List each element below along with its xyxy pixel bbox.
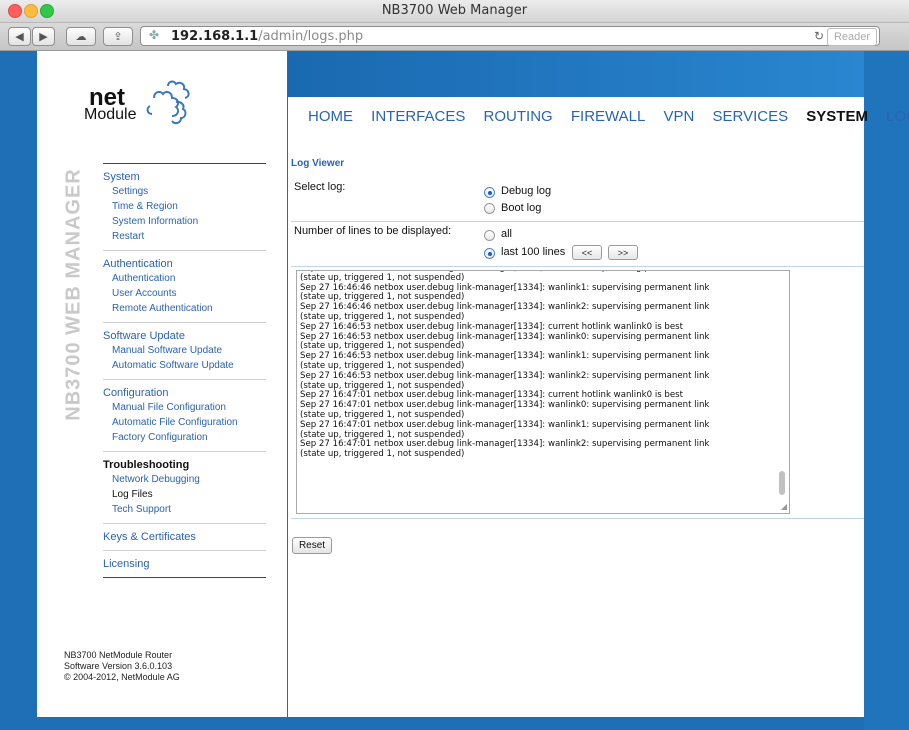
nav-item-log-files[interactable]: Log Files (103, 487, 266, 502)
boot-log-label[interactable]: Boot log (501, 202, 541, 214)
top-menu: HOME INTERFACES ROUTING FIREWALL VPN SER… (308, 108, 909, 125)
logo-module: Module (84, 106, 137, 123)
cloud-icon: ☁ (75, 31, 87, 43)
nav-item-user-accounts[interactable]: User Accounts (103, 286, 266, 301)
log-scrollbar-thumb[interactable] (779, 471, 785, 495)
menu-interfaces[interactable]: INTERFACES (371, 108, 465, 125)
divider (291, 266, 864, 267)
nav-item-automatic-file-configuration[interactable]: Automatic File Configuration (103, 415, 266, 430)
nav-item-factory-configuration[interactable]: Factory Configuration (103, 430, 266, 445)
debug-log-radio[interactable] (484, 187, 495, 198)
reset-button[interactable]: Reset (292, 537, 332, 554)
nav-head-software-update[interactable]: Software Update (103, 329, 266, 343)
footer-version: Software Version 3.6.0.103 (64, 661, 173, 671)
nav-section-system: System Settings Time & Region System Inf… (103, 163, 266, 250)
nav-item-manual-software-update[interactable]: Manual Software Update (103, 343, 266, 358)
nav-head-licensing[interactable]: Licensing (103, 557, 266, 571)
all-lines-label[interactable]: all (501, 228, 512, 240)
address-bar[interactable]: ✤ 192.168.1.1/admin/logs.php ↻ Reader (140, 26, 880, 46)
last-lines-radio[interactable] (484, 248, 495, 259)
icloud-tabs-button[interactable]: ☁ (66, 27, 96, 46)
browser-toolbar: ◀ ▶ ☁ ⇪ ✤ 192.168.1.1/admin/logs.php ↻ R… (0, 23, 909, 51)
vertical-brand: NB3700 WEB MANAGER (62, 168, 85, 421)
menu-services[interactable]: SERVICES (713, 108, 789, 125)
right-margin (864, 51, 909, 730)
header-banner (288, 51, 864, 97)
log-content: Sep 27 16:46:46 netbox user.debug link-m… (300, 271, 774, 460)
footer-device: NB3700 NetModule Router (64, 650, 173, 660)
last-lines-label[interactable]: last 100 lines (501, 246, 565, 258)
nav-item-automatic-software-update[interactable]: Automatic Software Update (103, 358, 266, 373)
menu-logout[interactable]: LOGOUT (886, 108, 909, 125)
nav-head-configuration[interactable]: Configuration (103, 386, 266, 400)
forward-button[interactable]: ▶ (32, 27, 55, 46)
log-line: (state up, triggered 1, not suspended) (300, 449, 465, 460)
nav-head-keys-certificates[interactable]: Keys & Certificates (103, 530, 266, 544)
url-text[interactable]: 192.168.1.1/admin/logs.php (171, 29, 363, 44)
nav-item-remote-authentication[interactable]: Remote Authentication (103, 301, 266, 316)
nav-item-tech-support[interactable]: Tech Support (103, 502, 266, 517)
site-security-icon: ✤ (149, 28, 160, 42)
nav-section-keys-certificates: Keys & Certificates (103, 523, 266, 550)
back-button[interactable]: ◀ (8, 27, 31, 46)
next-lines-button[interactable]: >> (608, 245, 638, 260)
back-arrow-icon: ◀ (15, 31, 24, 43)
nav-head-troubleshooting[interactable]: Troubleshooting (103, 458, 266, 472)
nav-section-licensing: Licensing (103, 550, 266, 578)
lines-label: Number of lines to be displayed: (294, 225, 452, 237)
nav-item-system-information[interactable]: System Information (103, 214, 266, 229)
sidebar-nav: System Settings Time & Region System Inf… (103, 163, 266, 578)
share-icon: ⇪ (113, 31, 123, 43)
sidebar-footer: NB3700 NetModule Router Software Version… (64, 650, 180, 683)
nav-item-restart[interactable]: Restart (103, 229, 266, 244)
puzzle-logo-icon (146, 80, 190, 125)
window-title: NB3700 Web Manager (381, 3, 528, 18)
all-lines-radio[interactable] (484, 230, 495, 241)
menu-vpn[interactable]: VPN (664, 108, 695, 125)
window-titlebar: NB3700 Web Manager (0, 0, 909, 23)
page-title: Log Viewer (291, 158, 345, 169)
boot-log-radio[interactable] (484, 203, 495, 214)
footer-copyright: © 2004-2012, NetModule AG (64, 672, 180, 682)
divider (291, 221, 864, 222)
nav-item-manual-file-configuration[interactable]: Manual File Configuration (103, 400, 266, 415)
resize-handle-icon[interactable]: ◢ (781, 502, 787, 511)
select-log-label: Select log: (294, 181, 346, 193)
share-button[interactable]: ⇪ (103, 27, 133, 46)
reload-icon[interactable]: ↻ (814, 29, 824, 43)
forward-arrow-icon: ▶ (39, 31, 48, 43)
menu-home[interactable]: HOME (308, 108, 353, 125)
nav-item-network-debugging[interactable]: Network Debugging (103, 472, 266, 487)
nav-section-troubleshooting: Troubleshooting Network Debugging Log Fi… (103, 451, 266, 523)
menu-routing[interactable]: ROUTING (484, 108, 553, 125)
divider (291, 518, 864, 519)
nav-item-settings[interactable]: Settings (103, 184, 266, 199)
nav-section-authentication: Authentication Authentication User Accou… (103, 250, 266, 322)
nav-head-system[interactable]: System (103, 170, 266, 184)
nav-item-time-region[interactable]: Time & Region (103, 199, 266, 214)
menu-system[interactable]: SYSTEM (806, 108, 868, 125)
menu-firewall[interactable]: FIREWALL (571, 108, 645, 125)
log-textarea[interactable]: Sep 27 16:46:46 netbox user.debug link-m… (296, 270, 790, 514)
prev-lines-button[interactable]: << (572, 245, 602, 260)
nav-head-authentication[interactable]: Authentication (103, 257, 266, 271)
nav-section-configuration: Configuration Manual File Configuration … (103, 379, 266, 451)
reader-button[interactable]: Reader (827, 28, 877, 46)
nav-item-authentication[interactable]: Authentication (103, 271, 266, 286)
debug-log-label[interactable]: Debug log (501, 185, 551, 197)
nav-section-software-update: Software Update Manual Software Update A… (103, 322, 266, 379)
